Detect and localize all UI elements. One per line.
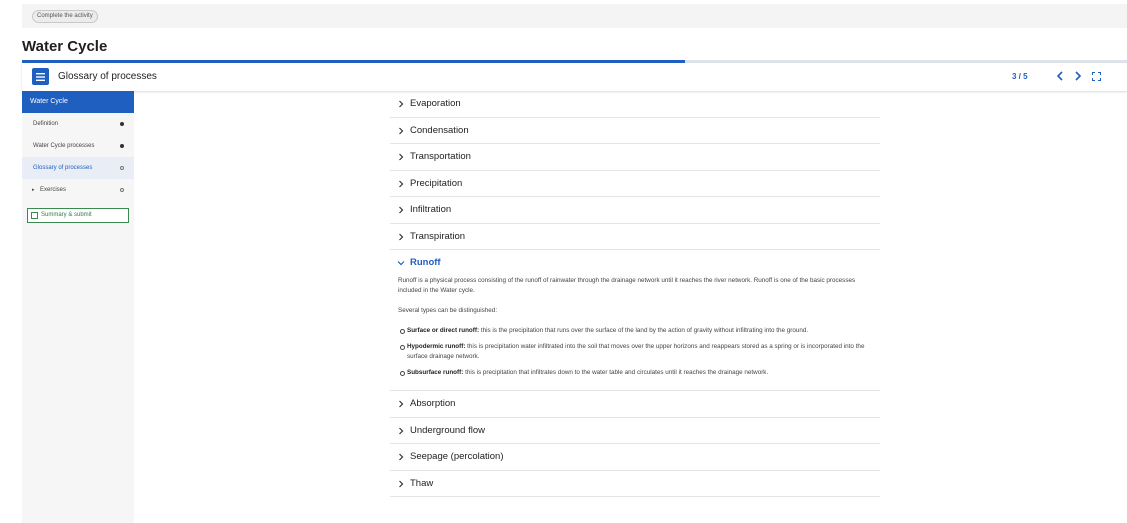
accordion-body: Runoff is a physical process consisting … [390,274,880,391]
caret-right-icon: ▸ [32,187,35,193]
top-bar: Complete the activity [22,4,1127,28]
fullscreen-icon [1091,71,1101,81]
term-description: this is the precipitation that runs over… [479,327,809,334]
chevron-left-icon [1056,71,1063,81]
sidebar-item-water-cycle-processes[interactable]: Water Cycle processes [22,135,134,157]
list-item: Surface or direct runoff: this is the pr… [398,326,874,336]
chevron-right-icon [399,206,404,214]
hamburger-icon [36,72,45,81]
accordion-title: Condensation [410,124,469,136]
accordion-item-precipitation[interactable]: Precipitation [390,171,880,197]
complete-activity-button[interactable]: Complete the activity [32,10,98,23]
pending-dot-icon [120,188,124,192]
accordion-item-absorption[interactable]: Absorption [390,391,880,418]
page-title: Water Cycle [22,38,108,55]
chevron-right-icon [399,233,404,240]
accordion-title: Thaw [410,477,434,489]
accordion-title: Absorption [410,398,456,409]
term: Surface or direct runoff: [407,327,480,334]
chevron-right-icon [399,153,404,161]
term-description: this is precipitation that infiltrates d… [463,369,769,376]
chevron-right-icon [399,480,404,487]
sidebar-item-glossary-of-processes[interactable]: Glossary of processes [22,157,134,179]
summary-submit-label: Summary & submit [41,212,92,218]
runoff-types-lead: Several types can be distinguished: [398,307,498,314]
accordion-item-transpiration[interactable]: Transpiration [390,224,880,250]
term: Hypodermic runoff: [407,343,466,350]
checklist-icon [31,212,38,219]
sidebar-item-definition[interactable]: Definition [22,113,134,135]
chevron-right-icon [399,180,404,187]
accordion-item-runoff: Runoff Runoff is a physical process cons… [390,250,880,391]
accordion-header-runoff[interactable]: Runoff [390,250,880,274]
accordion-item-condensation[interactable]: Condensation [390,118,880,144]
accordion-title: Underground flow [410,424,485,436]
sidebar-item-label: Glossary of processes [33,165,93,171]
previous-button[interactable] [1052,68,1068,84]
accordion-title: Runoff [410,257,441,268]
accordion-item-evaporation[interactable]: Evaporation [390,91,880,118]
list-item: Hypodermic runoff: this is precipitation… [398,342,874,362]
sidebar-item-label: Water Cycle processes [33,143,95,149]
sidebar-item-exercises[interactable]: ▸ Exercises [22,179,134,201]
sidebar-item-label: Exercises [40,187,67,193]
chevron-right-icon [399,400,404,408]
chevron-right-icon [399,427,404,434]
menu-button[interactable] [32,68,49,85]
sidebar-heading[interactable]: Water Cycle [22,91,134,113]
accordion-title: Seepage (percolation) [410,451,504,462]
term: Subsurface runoff: [407,369,464,376]
accordion-title: Precipitation [410,177,463,189]
accordion-item-seepage[interactable]: Seepage (percolation) [390,444,880,471]
sidebar-item-label: Definition [33,121,59,127]
chevron-right-icon [1075,71,1082,81]
pending-dot-icon [120,166,124,170]
accordion-item-underground-flow[interactable]: Underground flow [390,418,880,444]
chevron-right-icon [399,127,404,134]
chevron-down-icon [397,261,405,266]
accordion-title: Infiltration [410,204,452,215]
term-description: this is precipitation water infiltrated … [407,343,865,360]
glossary-accordion: Evaporation Condensation Transportation … [390,91,880,497]
accordion-title: Evaporation [410,98,461,109]
next-button[interactable] [1070,68,1086,84]
fullscreen-button[interactable] [1088,68,1104,84]
list-item: Subsurface runoff: this is precipitation… [398,368,874,378]
chevron-right-icon [399,453,404,461]
accordion-item-infiltration[interactable]: Infiltration [390,197,880,224]
page-counter: 3 / 5 [1012,72,1028,81]
runoff-definition: Runoff is a physical process consisting … [398,277,856,294]
summary-submit-button[interactable]: Summary & submit [27,208,129,223]
section-title: Glossary of processes [58,71,157,82]
sidebar: Water Cycle Definition Water Cycle proce… [22,91,134,523]
chevron-right-icon [399,100,404,108]
completed-dot-icon [120,144,124,148]
accordion-item-thaw[interactable]: Thaw [390,471,880,497]
accordion-item-transportation[interactable]: Transportation [390,144,880,171]
accordion-title: Transportation [410,151,471,162]
runoff-types-list: Surface or direct runoff: this is the pr… [398,326,874,378]
accordion-title: Transpiration [410,230,466,242]
section-header: Glossary of processes 3 / 5 [22,63,1127,91]
completed-dot-icon [120,122,124,126]
